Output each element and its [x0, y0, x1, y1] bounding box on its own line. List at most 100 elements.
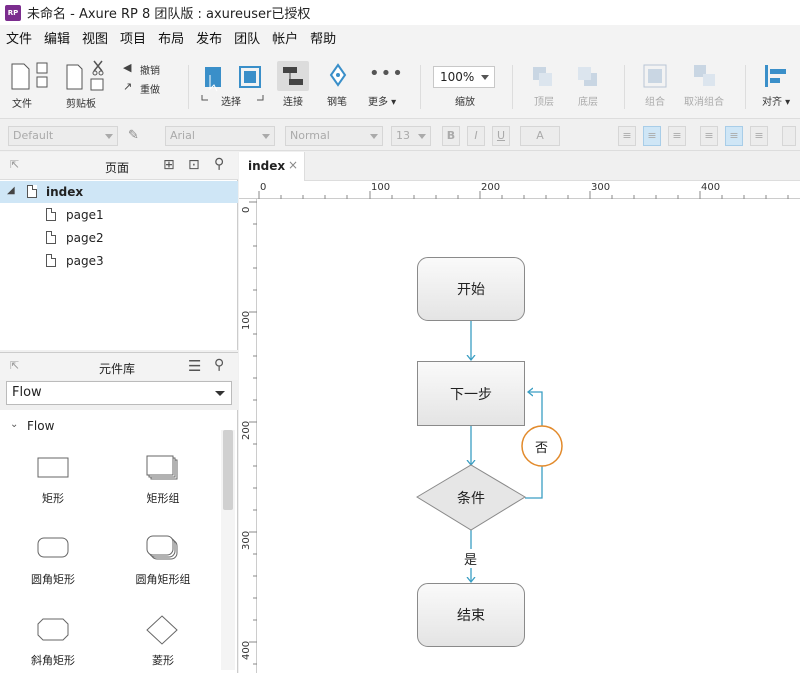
pen-label[interactable]: 钢笔 [327, 93, 347, 108]
undo-button[interactable]: 撤销 [140, 62, 160, 77]
page-icon [46, 208, 56, 221]
chevron-down-icon [215, 391, 225, 396]
library-category[interactable]: Flow [27, 419, 54, 433]
page-item-index[interactable]: ◢ index [0, 181, 238, 203]
valign-middle-icon[interactable]: ≡ [725, 126, 743, 146]
text-color-button[interactable]: A [520, 126, 560, 146]
rounded-rectangle-widget-icon[interactable] [37, 537, 69, 559]
valign-bottom-icon[interactable]: ≡ [750, 126, 768, 146]
align-icon[interactable] [763, 63, 789, 89]
menu-arrange[interactable]: 布局 [158, 28, 184, 47]
ungroup-label[interactable]: 取消组合 [684, 93, 724, 108]
ruler-label: 400 [241, 640, 252, 660]
zoom-value: 100% [440, 70, 475, 84]
redo-icon[interactable]: ↗ [123, 80, 132, 93]
send-to-bottom-icon[interactable] [576, 65, 600, 89]
search-icon[interactable]: ⚲ [214, 156, 224, 172]
align-right-icon[interactable]: ≡ [668, 126, 686, 146]
ruler-label: 200 [241, 420, 252, 440]
more-label[interactable]: 更多 ▾ [368, 93, 396, 108]
chevron-down-icon[interactable]: ⌄ [10, 419, 18, 430]
valign-top-icon[interactable]: ≡ [700, 126, 718, 146]
collapse-icon[interactable]: ⇱ [10, 158, 19, 171]
library-widgets: ⌄ Flow 矩形 矩形组 圆角矩形 圆角矩形组 斜角矩形 菱形 [0, 410, 238, 673]
add-folder-icon[interactable]: ⊡ [188, 157, 200, 173]
italic-button[interactable]: I [467, 126, 485, 146]
pages-panel-header: ⇱ 页面 ⊞ ⊡ ⚲ [0, 152, 238, 180]
widget-label: 菱形 [152, 654, 174, 667]
widget-label: 矩形组 [146, 492, 180, 505]
page-item-page2[interactable]: page2 [0, 227, 238, 249]
add-page-icon[interactable]: ⊞ [163, 157, 175, 173]
bold-button[interactable]: B [442, 126, 460, 146]
group-icon[interactable] [642, 63, 668, 89]
scrollbar-thumb[interactable] [223, 430, 233, 510]
tree-expand-icon[interactable]: ◢ [7, 185, 15, 196]
page-icon [27, 185, 37, 198]
menu-icon[interactable]: ☰ [188, 357, 201, 375]
pen-icon[interactable] [327, 63, 349, 87]
align-left-icon[interactable]: ≡ [618, 126, 636, 146]
menu-project[interactable]: 项目 [120, 28, 146, 47]
select-label[interactable]: 选择 [221, 93, 241, 108]
underline-button[interactable]: U [492, 126, 510, 146]
menu-bar: 文件 编辑 视图 项目 布局 发布 团队 帐户 帮助 [0, 25, 800, 49]
chevron-down-icon [262, 134, 270, 139]
design-canvas[interactable]: 开始 下一步 条件 否 是 结束 [257, 199, 800, 673]
rectangle-widget-icon[interactable] [37, 457, 69, 479]
zoom-select[interactable]: 100% [433, 66, 495, 88]
weight-select[interactable]: Normal [285, 126, 383, 146]
connect-tool-active[interactable] [277, 61, 309, 91]
menu-team[interactable]: 团队 [234, 28, 260, 47]
bring-to-top-icon[interactable] [531, 65, 555, 89]
canvas-tab-bar: index × [239, 152, 800, 181]
page-icon [46, 254, 56, 267]
library-panel-header: ⇱ 元件库 ☰ ⚲ [0, 352, 238, 380]
menu-view[interactable]: 视图 [82, 28, 108, 47]
close-icon[interactable]: × [288, 158, 298, 172]
pages-panel-title: 页面 [105, 161, 130, 175]
chevron-down-icon [418, 134, 426, 139]
bottom-label[interactable]: 底层 [578, 93, 598, 108]
chevron-down-icon [481, 75, 489, 80]
menu-help[interactable]: 帮助 [310, 28, 336, 47]
search-icon[interactable]: ⚲ [214, 357, 224, 373]
horizontal-ruler: 0 100 200 300 400 [239, 181, 800, 199]
style-select[interactable]: Default [8, 126, 118, 146]
beveled-rectangle-widget-icon[interactable] [37, 618, 69, 642]
flow-node-start[interactable]: 开始 [417, 257, 525, 321]
page-item-page1[interactable]: page1 [0, 204, 238, 226]
clipboard-icon[interactable] [65, 59, 110, 92]
ungroup-icon[interactable] [692, 63, 718, 89]
diamond-widget-icon[interactable] [146, 615, 178, 645]
menu-file[interactable]: 文件 [6, 28, 32, 47]
group-label[interactable]: 组合 [645, 93, 665, 108]
library-scrollbar[interactable] [221, 430, 235, 670]
size-select[interactable]: 13 [391, 126, 431, 146]
menu-edit[interactable]: 编辑 [44, 28, 70, 47]
connect-label[interactable]: 连接 [283, 93, 303, 108]
rounded-rectangle-group-widget-icon[interactable] [146, 535, 178, 561]
page-item-page3[interactable]: page3 [0, 250, 238, 272]
flow-node-next[interactable]: 下一步 [417, 361, 525, 426]
more-format-icon[interactable] [782, 126, 796, 146]
redo-button[interactable]: 重做 [140, 81, 160, 96]
more-icon[interactable]: ••• [369, 63, 404, 84]
undo-icon[interactable]: ◀ [123, 61, 131, 74]
library-select[interactable]: Flow [6, 381, 232, 405]
tab-index[interactable]: index × [239, 152, 305, 181]
file-icon[interactable] [10, 62, 50, 92]
align-label[interactable]: 对齐 ▾ [762, 93, 790, 108]
font-select[interactable]: Arial [165, 126, 275, 146]
menu-publish[interactable]: 发布 [196, 28, 222, 47]
align-center-icon[interactable]: ≡ [643, 126, 661, 146]
edit-style-icon[interactable]: ✎ [128, 128, 139, 143]
window-title: 未命名 - Axure RP 8 团队版 : axureuser已授权 [27, 7, 311, 22]
collapse-icon[interactable]: ⇱ [10, 359, 19, 372]
flow-node-end[interactable]: 结束 [417, 583, 525, 647]
menu-account[interactable]: 帐户 [272, 28, 298, 47]
rectangle-group-widget-icon[interactable] [146, 455, 178, 481]
top-label[interactable]: 顶层 [534, 93, 554, 108]
ruler-label: 300 [241, 530, 252, 550]
flow-node-condition[interactable]: 条件 [457, 488, 485, 508]
